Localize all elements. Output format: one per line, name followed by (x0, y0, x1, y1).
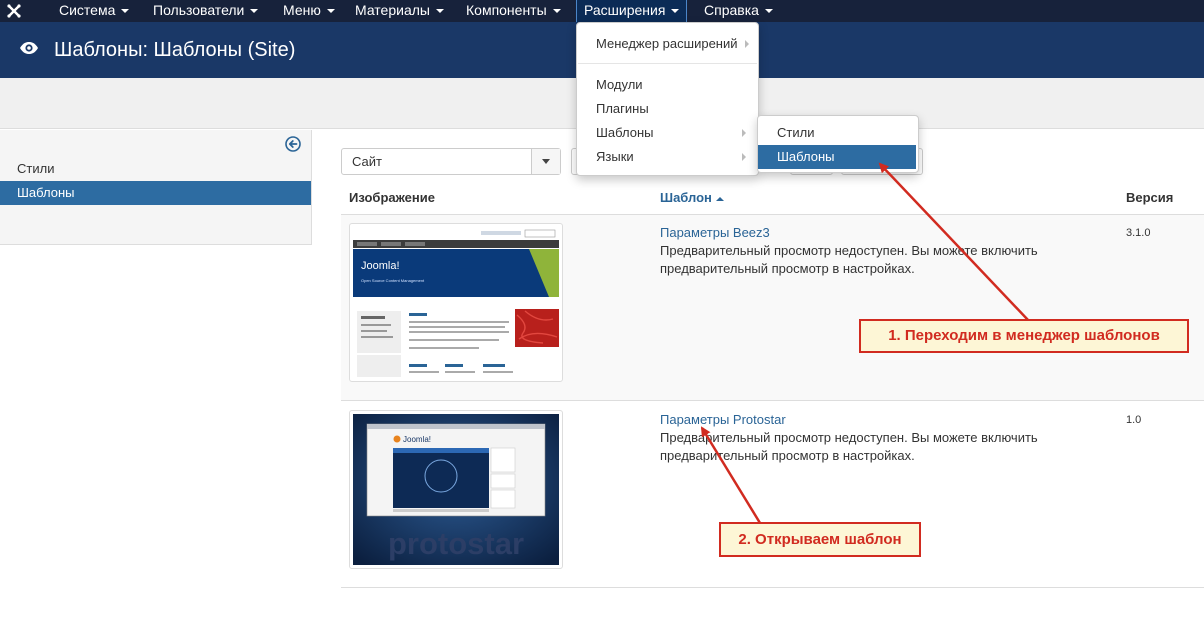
nav-content-label: Материалы (355, 2, 430, 18)
template-description: Предварительный просмотр недоступен. Вы … (660, 243, 1038, 276)
column-header-image: Изображение (349, 190, 435, 205)
sidebar-item-templates[interactable]: Шаблоны (0, 181, 311, 205)
chevron-right-icon (742, 153, 746, 161)
menu-item-label: Менеджер расширений (596, 36, 738, 51)
caret-down-icon (121, 9, 130, 14)
submenu-item-styles[interactable]: Стили (758, 121, 916, 145)
top-navbar: Система Пользователи Меню Материалы Комп… (0, 0, 1204, 23)
table-divider (341, 400, 1204, 401)
menu-item-label: Шаблоны (596, 125, 654, 140)
nav-menus-label: Меню (283, 2, 321, 18)
collapse-sidebar-icon[interactable] (285, 136, 301, 152)
nav-users-label: Пользователи (153, 2, 245, 18)
joomla-logo-icon[interactable] (4, 1, 24, 21)
nav-content[interactable]: Материалы (355, 0, 444, 22)
template-link-beez3[interactable]: Параметры Beez3 (660, 225, 770, 240)
eye-icon (20, 42, 38, 54)
nav-help-label: Справка (704, 2, 759, 18)
nav-users[interactable]: Пользователи (153, 0, 259, 22)
template-description: Предварительный просмотр недоступен. Вы … (660, 430, 1038, 463)
caret-down-icon (326, 9, 335, 14)
menu-item-templates[interactable]: Шаблоны (577, 121, 756, 145)
page-title: Шаблоны: Шаблоны (Site) (54, 39, 296, 61)
caret-down-icon (435, 9, 444, 14)
column-header-template[interactable]: Шаблон (660, 190, 724, 205)
beez3-preview-image: Joomla! Open Source Content Management (353, 227, 559, 378)
caret-down-icon (764, 9, 773, 14)
menu-item-languages[interactable]: Языки (577, 145, 756, 169)
caret-down-icon (250, 9, 259, 14)
beez3-preview-title: Joomla! (361, 260, 400, 272)
menu-item-modules[interactable]: Модули (577, 73, 756, 97)
nav-components-label: Компоненты (466, 2, 547, 18)
column-header-template-label: Шаблон (660, 190, 712, 205)
client-filter-toggle[interactable] (531, 149, 560, 174)
menu-item-extension-manager[interactable]: Менеджер расширений (577, 32, 756, 56)
menu-item-label: Языки (596, 149, 634, 164)
caret-down-icon (552, 9, 561, 14)
menu-divider (578, 63, 757, 64)
nav-components[interactable]: Компоненты (466, 0, 561, 22)
nav-system-label: Система (59, 2, 116, 18)
table-divider (341, 587, 1204, 588)
nav-help[interactable]: Справка (704, 0, 773, 22)
template-version: 3.1.0 (1126, 227, 1151, 239)
chevron-right-icon (742, 129, 746, 137)
client-filter-select[interactable]: Сайт (341, 148, 561, 175)
beez3-preview-subtitle: Open Source Content Management (361, 278, 425, 283)
template-link-protostar[interactable]: Параметры Protostar (660, 412, 786, 427)
submenu-item-templates[interactable]: Шаблоны (758, 145, 916, 169)
nav-system[interactable]: Система (59, 0, 130, 22)
protostar-preview-logo: Joomla! (403, 435, 431, 444)
caret-down-icon (671, 9, 680, 14)
protostar-preview-title: protostar (388, 526, 524, 561)
template-thumbnail-protostar[interactable]: Joomla! protostar (349, 410, 563, 569)
sort-ascending-icon (715, 196, 724, 201)
extensions-dropdown-menu: Менеджер расширений Модули Плагины Шабло… (576, 22, 759, 176)
template-thumbnail-beez3[interactable]: Joomla! Open Source Content Management (349, 223, 563, 382)
nav-extensions[interactable]: Расширения (576, 0, 688, 23)
column-header-version: Версия (1126, 190, 1174, 205)
client-filter-value: Сайт (352, 154, 382, 169)
nav-extensions-label: Расширения (584, 2, 666, 18)
caret-down-icon (542, 159, 550, 164)
protostar-preview-image: Joomla! protostar (353, 414, 559, 565)
sidebar: Стили Шаблоны (0, 130, 312, 245)
sidebar-item-styles[interactable]: Стили (0, 157, 311, 181)
menu-item-plugins[interactable]: Плагины (577, 97, 756, 121)
chevron-right-icon (745, 40, 749, 48)
nav-menus[interactable]: Меню (283, 0, 335, 22)
annotation-callout: 1. Переходим в менеджер шаблонов (859, 319, 1189, 353)
templates-submenu: Стили Шаблоны (757, 115, 919, 173)
annotation-callout: 2. Открываем шаблон (719, 522, 921, 557)
template-version: 1.0 (1126, 414, 1142, 426)
